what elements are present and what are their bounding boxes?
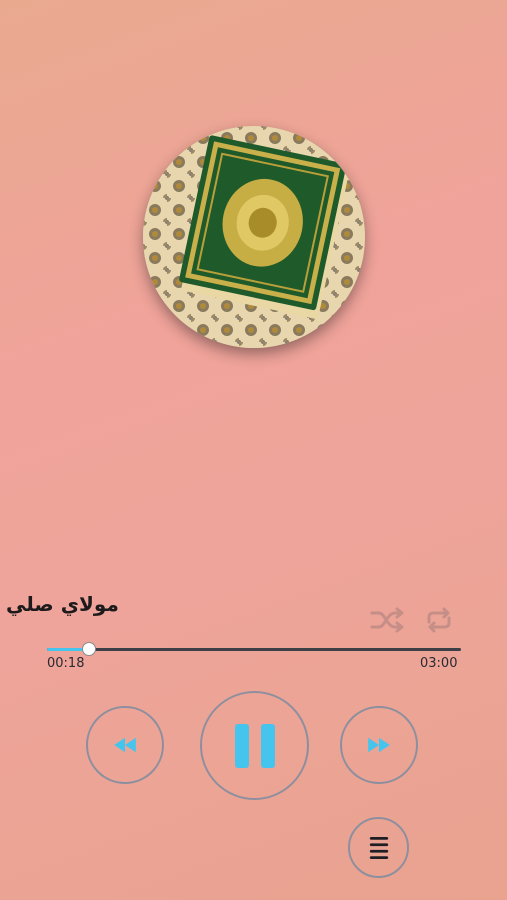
album-art xyxy=(143,126,365,348)
previous-button[interactable] xyxy=(86,706,164,784)
repeat-button[interactable] xyxy=(420,605,458,635)
seek-thumb[interactable] xyxy=(82,642,97,656)
rewind-icon xyxy=(114,737,136,753)
quran-book-image xyxy=(143,126,365,348)
fast-forward-icon xyxy=(368,737,390,753)
repeat-icon xyxy=(427,607,451,633)
playlist-menu-button[interactable] xyxy=(348,817,409,878)
total-duration: 03:00 xyxy=(420,656,458,671)
play-pause-button[interactable] xyxy=(200,691,309,800)
next-button[interactable] xyxy=(340,706,418,784)
seek-bar[interactable] xyxy=(47,642,461,656)
elapsed-time: 00:18 xyxy=(47,656,85,671)
playlist-menu-icon xyxy=(369,836,388,859)
pause-icon xyxy=(234,723,275,768)
shuffle-icon xyxy=(370,607,404,633)
shuffle-button[interactable] xyxy=(369,605,407,635)
track-title: مولاي صلي xyxy=(6,592,119,616)
